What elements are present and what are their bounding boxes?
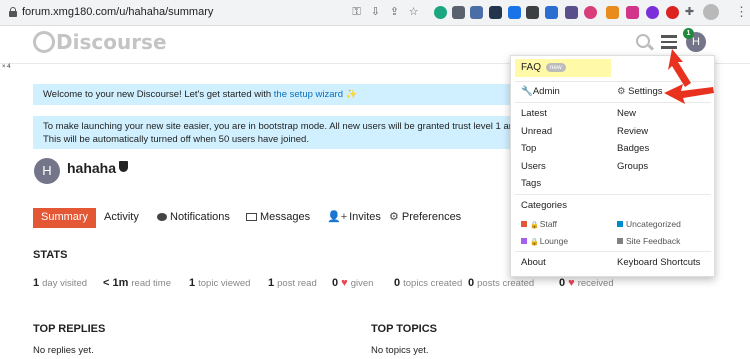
arrow-to-settings: [664, 84, 714, 104]
arrow-to-hamburger: [668, 49, 691, 87]
annotation-arrows: [664, 49, 714, 104]
